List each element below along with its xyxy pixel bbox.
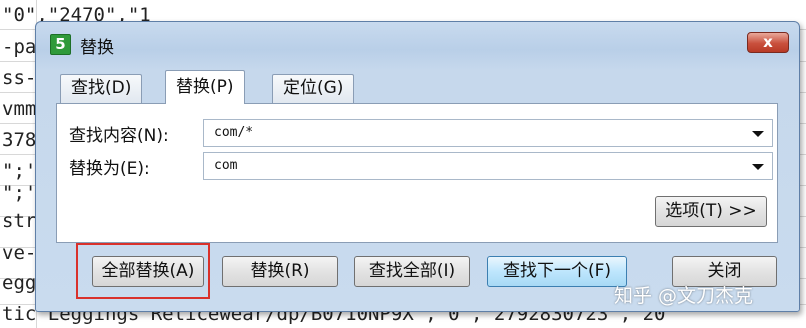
sheet-cell-text[interactable]: ve- [2, 242, 36, 264]
tab-replace[interactable]: 替换(P) [165, 70, 245, 104]
sheet-cell-text[interactable]: ";' [2, 182, 36, 204]
replace-with-value[interactable]: com [214, 158, 237, 173]
find-next-button[interactable]: 查找下一个(F) [487, 256, 627, 287]
dropdown-arrow-icon[interactable] [752, 164, 764, 170]
dialog-title: 替换 [80, 38, 114, 58]
tab-find[interactable]: 查找(D) [60, 74, 143, 103]
find-all-button[interactable]: 查找全部(I) [354, 256, 470, 287]
sheet-cell-text[interactable]: vmm [2, 98, 36, 120]
tab-goto[interactable]: 定位(G) [272, 74, 355, 103]
sheet-cell-text[interactable]: 378 [2, 129, 36, 151]
dropdown-arrow-icon[interactable] [752, 131, 764, 137]
find-what-label: 查找内容(N): [69, 126, 169, 146]
dialog-titlebar[interactable]: 5 替换 x [36, 22, 799, 66]
sheet-cell-text[interactable]: ss- [2, 67, 36, 89]
find-what-value[interactable]: com/* [214, 125, 253, 140]
find-what-combobox[interactable]: com/* [203, 119, 773, 147]
sheet-cell-text[interactable]: ";' [2, 160, 36, 182]
highlight-annotation-box [76, 243, 210, 299]
wps-app-icon: 5 [50, 34, 71, 55]
replace-with-combobox[interactable]: com [203, 152, 773, 180]
replace-button[interactable]: 替换(R) [222, 256, 338, 287]
replace-panel: 查找内容(N): com/* 替换为(E): com 选项(T) >> [56, 103, 778, 243]
watermark-text: 知乎 @文刀杰克 [614, 285, 754, 307]
close-icon[interactable]: x [747, 32, 789, 53]
replace-with-label: 替换为(E): [69, 159, 150, 179]
options-button[interactable]: 选项(T) >> [655, 196, 767, 227]
sheet-cell-text[interactable]: -pa [2, 36, 36, 58]
